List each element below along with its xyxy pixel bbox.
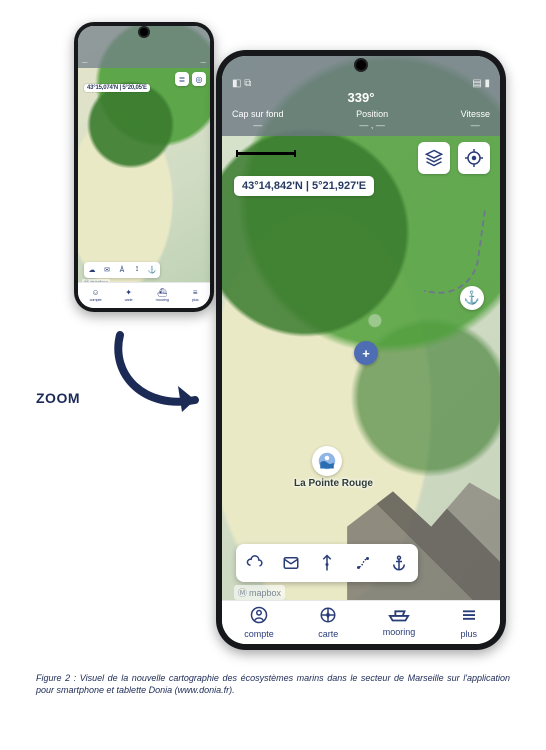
target-icon [465,149,483,167]
tab-compte[interactable]: ☺ compte [90,289,102,302]
tab-bar: ☺ compte ✦ carte ⛴ mooring ≡ plus [78,282,210,308]
poi-label: La Pointe Rouge [294,478,373,489]
boat-icon [388,608,410,626]
account-icon: ☺ [91,289,99,297]
status-left-icons: ◧ ⧉ [232,78,251,89]
compass-button[interactable]: Å [116,264,128,276]
heading-value: 339° [232,90,490,105]
route-icon: ⟟ [136,266,139,274]
figure-caption: Figure 2 : Visuel de la nouvelle cartogr… [36,672,510,696]
poi-marker[interactable] [312,446,342,476]
anchor-icon: ⚓ [148,266,157,274]
tab-plus[interactable]: ≡ plus [192,289,199,302]
status-right: — [201,60,207,66]
tab-mooring[interactable]: mooring [383,608,416,637]
route-button[interactable]: ⟟ [131,264,143,276]
map-toolbar [236,544,418,582]
coords-pill[interactable]: 43°14,842'N | 5°21,927'E [234,176,374,196]
layers-button[interactable]: ≣ [175,72,189,86]
tab-label: plus [460,629,477,639]
tab-label: mooring [156,297,169,302]
cloud-icon: ☁ [89,266,96,274]
status-vitesse: Vitesse — [461,109,490,130]
tab-label: plus [192,297,199,302]
phone-mockup-small: — — ≣ ◎ 43°15,074'N | 5°20,05'E ☁ ✉ Å ⟟ … [74,22,214,312]
mail-icon: ✉ [104,266,110,274]
add-marker-button[interactable]: + [354,341,378,365]
target-icon: ◎ [196,75,203,84]
zoom-label: ZOOM [36,390,80,406]
plus-icon: + [362,346,370,361]
status-cap: Cap sur fond — [232,109,284,130]
tab-label: compte [90,297,102,302]
mail-icon [282,554,300,572]
phone-screen-large: ◧ ⧉ ▤ ▮ 339° Cap sur fond — Position — ,… [222,56,500,644]
tab-carte[interactable]: ✦ carte [125,289,133,302]
tab-carte[interactable]: carte [318,606,338,639]
anchor-icon [390,554,408,572]
tab-label: carte [125,297,133,302]
tab-mooring[interactable]: ⛴ mooring [156,289,169,302]
scale-bar [236,152,296,155]
cloud-icon [246,554,264,572]
anchor-button[interactable] [384,548,414,578]
mail-button[interactable]: ✉ [101,264,113,276]
boat-icon: ⛴ [157,289,167,297]
route-icon [354,554,372,572]
route-button[interactable] [348,548,378,578]
compass-icon: Å [120,267,125,274]
tab-plus[interactable]: plus [460,606,478,639]
compass-button[interactable] [312,548,342,578]
menu-icon [460,606,478,628]
tab-bar: compte carte mooring plus [222,600,500,644]
weather-button[interactable] [240,548,270,578]
layers-icon: ≣ [179,75,186,84]
map-icon: ✦ [125,289,132,297]
compass-icon [318,554,336,572]
map-icon [319,606,337,628]
account-icon [250,606,268,628]
coords-pill[interactable]: 43°15,074'N | 5°20,05'E [84,84,150,92]
phone-screen-small: — — ≣ ◎ 43°15,074'N | 5°20,05'E ☁ ✉ Å ⟟ … [78,26,210,308]
phone-mockup-large: ◧ ⧉ ▤ ▮ 339° Cap sur fond — Position — ,… [216,50,506,650]
locate-button[interactable] [458,142,490,174]
mapbox-badge: Ⓜ mapbox [234,585,285,600]
poi-icon [318,452,336,470]
zoom-arrow-icon [100,330,210,420]
weather-button[interactable]: ☁ [86,264,98,276]
tab-label: compte [244,629,274,639]
layers-button[interactable] [418,142,450,174]
anchor-marker[interactable]: ⚓ [460,286,484,310]
map-toolbar: ☁ ✉ Å ⟟ ⚓ [84,262,160,278]
tab-compte[interactable]: compte [244,606,274,639]
status-left: — [82,60,88,66]
phone-camera [140,28,148,36]
tab-label: carte [318,629,338,639]
locate-button[interactable]: ◎ [192,72,206,86]
mail-button[interactable] [276,548,306,578]
menu-icon: ≡ [193,289,198,297]
status-right-icons: ▤ ▮ [472,78,490,89]
tab-label: mooring [383,627,416,637]
status-position: Position — , — [356,109,388,130]
phone-camera [356,60,366,70]
anchor-icon: ⚓ [464,290,480,306]
anchor-button[interactable]: ⚓ [146,264,158,276]
layers-icon [425,149,443,167]
